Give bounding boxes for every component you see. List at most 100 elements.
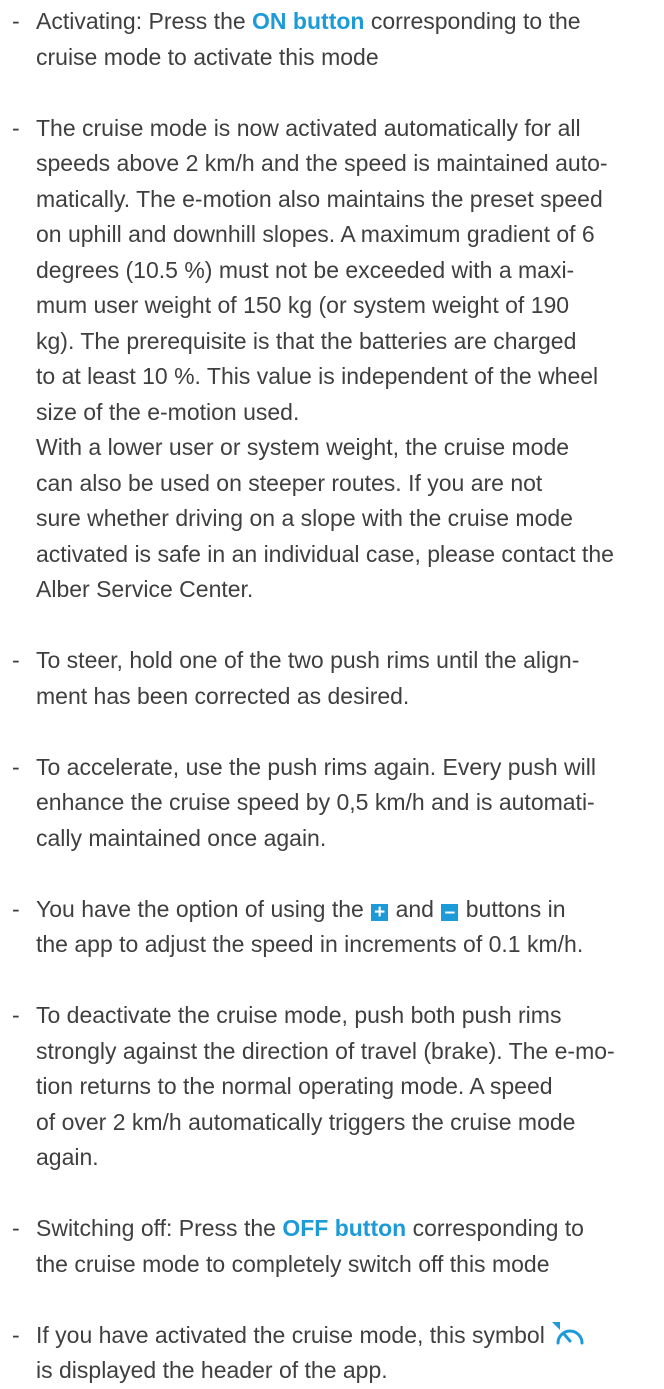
- text-line: Activating: Press the ON button correspo…: [36, 4, 640, 40]
- bullet-dash: -: [12, 647, 20, 673]
- text-segment: speeds above 2 km/h and the speed is mai…: [36, 150, 608, 176]
- text-line: To deactivate the cruise mode, push both…: [36, 998, 640, 1034]
- bullet-dash: -: [12, 1321, 20, 1348]
- text-line: is displayed the header of the app.: [36, 1353, 640, 1389]
- text-line: the app to adjust the speed in increment…: [36, 927, 640, 963]
- text-line: again.: [36, 1140, 640, 1176]
- text-segment: cally maintained once again.: [36, 824, 327, 851]
- text-line: strongly against the direction of travel…: [36, 1034, 640, 1070]
- plus-button-icon: +: [371, 903, 389, 922]
- list-item: - You have the option of using the + and …: [12, 892, 640, 963]
- text-segment: degrees (10.5 %) must not be exceeded wi…: [36, 256, 575, 283]
- text-line: to at least 10 %. This value is independ…: [36, 359, 640, 395]
- bullet-dash: -: [12, 8, 20, 34]
- text-line: To accelerate, use the push rims again. …: [36, 750, 640, 786]
- text-segment: enhance the cruise speed by 0,5 km/h and…: [36, 789, 595, 815]
- text-line: on uphill and downhill slopes. A maximum…: [36, 217, 640, 253]
- text-segment: To deactivate the cruise mode, push both…: [36, 1002, 562, 1028]
- text-segment: Switching off: Press the: [36, 1215, 283, 1241]
- text-segment: the app to adjust the speed in increment…: [36, 931, 584, 957]
- text-segment: to at least 10 %. This value is independ…: [36, 363, 599, 389]
- bullet-dash: -: [12, 1215, 20, 1241]
- text-segment: sure whether driving on a slope with the…: [36, 505, 573, 531]
- text-segment: matically. The e-motion also maintains t…: [36, 185, 603, 212]
- text-line: tion returns to the normal operating mod…: [36, 1069, 640, 1105]
- text-segment: To accelerate, use the push rims again. …: [36, 753, 596, 780]
- bullet-dash: -: [12, 753, 20, 780]
- text-segment: activated is safe in an individual case,…: [36, 540, 614, 567]
- list-item-text: To deactivate the cruise mode, push both…: [36, 998, 640, 1176]
- text-segment: To steer, hold one of the two push rims …: [36, 647, 580, 673]
- text-segment: the cruise mode to completely switch off…: [36, 1250, 550, 1277]
- cruise-mode-icon: [549, 1319, 589, 1347]
- text-segment: of over 2 km/h automatically triggers th…: [36, 1108, 576, 1135]
- text-segment: tion returns to the normal operating mod…: [36, 1073, 553, 1099]
- list-item: - To accelerate, use the push rims again.…: [12, 750, 640, 857]
- text-line: degrees (10.5 %) must not be exceeded wi…: [36, 253, 640, 289]
- text-segment: The cruise mode is now activated automat…: [36, 114, 581, 141]
- text-line: ment has been corrected as desired.: [36, 679, 640, 715]
- text-line: cally maintained once again.: [36, 821, 640, 857]
- off-button-label: OFF button: [282, 1215, 407, 1241]
- list-item-text: Switching off: Press the OFF button corr…: [36, 1211, 640, 1282]
- text-line: Alber Service Center.: [36, 572, 640, 608]
- list-item: - Activating: Press the ON button corresp…: [12, 4, 640, 75]
- text-line: the cruise mode to completely switch off…: [36, 1247, 640, 1283]
- text-line: can also be used on steeper routes. If y…: [36, 466, 640, 502]
- text-segment: You have the option of using the: [36, 895, 371, 922]
- list-item: - To steer, hold one of the two push rims…: [12, 643, 640, 714]
- text-line: You have the option of using the + and –…: [36, 892, 640, 928]
- text-segment: With a lower user or system weight, the …: [36, 434, 570, 460]
- list-item-text: You have the option of using the + and –…: [36, 892, 640, 963]
- text-line: matically. The e-motion also maintains t…: [36, 182, 640, 218]
- bullet-dash: -: [12, 114, 20, 141]
- text-segment: If you have activated the cruise mode, t…: [36, 1321, 545, 1348]
- bullet-dash: -: [12, 1002, 20, 1028]
- text-segment: Activating: Press the: [36, 8, 253, 34]
- list-item: - If you have activated the cruise mode, …: [12, 1318, 640, 1389]
- minus-button-icon: –: [441, 903, 459, 922]
- text-line: With a lower user or system weight, the …: [36, 430, 640, 466]
- text-segment: and: [389, 895, 441, 922]
- list-item-text: Activating: Press the ON button correspo…: [36, 4, 640, 75]
- text-segment: buttons in: [459, 895, 566, 922]
- list-item-text: To steer, hold one of the two push rims …: [36, 643, 640, 714]
- text-line: Switching off: Press the OFF button corr…: [36, 1211, 640, 1247]
- text-line: speeds above 2 km/h and the speed is mai…: [36, 146, 640, 182]
- instruction-page: - Activating: Press the ON button corresp…: [0, 0, 664, 1383]
- text-line: The cruise mode is now activated automat…: [36, 111, 640, 147]
- text-segment: ment has been corrected as desired.: [36, 682, 410, 709]
- list-item-text: If you have activated the cruise mode, t…: [36, 1318, 640, 1389]
- text-segment: cruise mode to activate this mode: [36, 43, 379, 70]
- text-segment: strongly against the direction of travel…: [36, 1037, 615, 1064]
- bullet-dash: -: [12, 895, 20, 922]
- list-item: - The cruise mode is now activated automa…: [12, 111, 640, 608]
- text-segment: size of the e-motion used.: [36, 398, 300, 425]
- list-item: - To deactivate the cruise mode, push bot…: [12, 998, 640, 1176]
- text-line: of over 2 km/h automatically triggers th…: [36, 1105, 640, 1141]
- text-line: mum user weight of 150 kg (or system wei…: [36, 288, 640, 324]
- text-line: If you have activated the cruise mode, t…: [36, 1318, 640, 1354]
- text-line: cruise mode to activate this mode: [36, 40, 640, 76]
- text-line: To steer, hold one of the two push rims …: [36, 643, 640, 679]
- text-segment: on uphill and downhill slopes. A maximum…: [36, 221, 595, 247]
- text-segment: can also be used on steeper routes. If y…: [36, 469, 543, 496]
- text-line: size of the e-motion used.: [36, 395, 640, 431]
- gauge-needle: [562, 1332, 572, 1342]
- text-segment: corresponding to: [406, 1215, 584, 1241]
- cruise-arrow-mark: [551, 1321, 560, 1330]
- text-segment: mum user weight of 150 kg (or system wei…: [36, 292, 570, 318]
- text-segment: Alber Service Center.: [36, 576, 254, 602]
- list-item-text: To accelerate, use the push rims again. …: [36, 750, 640, 857]
- text-line: activated is safe in an individual case,…: [36, 537, 640, 573]
- text-segment: kg). The prerequisite is that the batter…: [36, 327, 577, 354]
- list-item-text: The cruise mode is now activated automat…: [36, 111, 640, 608]
- text-segment: is displayed the header of the app.: [36, 1357, 388, 1383]
- text-line: enhance the cruise speed by 0,5 km/h and…: [36, 785, 640, 821]
- text-line: sure whether driving on a slope with the…: [36, 501, 640, 537]
- text-segment: corresponding to the: [364, 8, 581, 34]
- text-line: kg). The prerequisite is that the batter…: [36, 324, 640, 360]
- text-segment: again.: [36, 1144, 99, 1170]
- list-item: - Switching off: Press the OFF button cor…: [12, 1211, 640, 1282]
- on-button-label: ON button: [252, 8, 365, 34]
